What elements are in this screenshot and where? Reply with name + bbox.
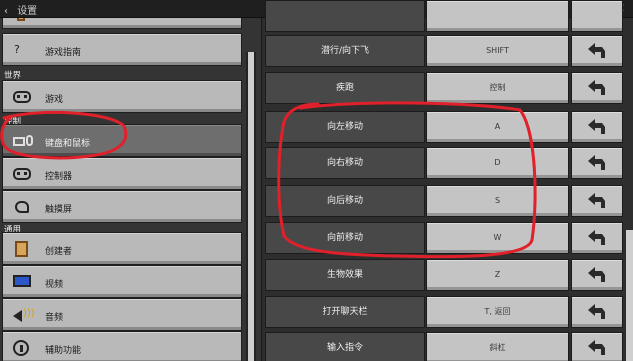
reset-binding-button[interactable] <box>571 35 623 67</box>
reset-binding-button[interactable] <box>571 147 623 179</box>
binding-key-partial[interactable] <box>426 0 569 32</box>
binding-key-button[interactable]: A <box>426 111 569 143</box>
binding-action: 向右移动 <box>265 147 425 179</box>
sidebar-item-video[interactable]: 视频 <box>2 265 242 298</box>
binding-row-partial <box>263 0 623 34</box>
keyboard-mouse-icon <box>13 133 33 149</box>
sidebar-item-label: 控制器 <box>45 172 73 182</box>
sidebar-item-label: 游戏指南 <box>45 48 82 58</box>
sidebar-item-controller[interactable]: 控制器 <box>2 157 242 190</box>
reset-binding-button[interactable] <box>571 72 623 104</box>
gamepad-icon <box>13 89 31 105</box>
sidebar-item-label: 触摸屏 <box>45 205 73 215</box>
sidebar-item-label: 视频 <box>45 280 64 290</box>
binding-list-scrollbar[interactable] <box>626 230 633 361</box>
undo-arrow-icon <box>588 155 605 170</box>
sidebar-item-touch[interactable]: 触摸屏 <box>2 190 242 223</box>
accessibility-icon <box>13 340 31 356</box>
sidebar-item-label: 创建者 <box>45 247 73 257</box>
keybinding-list: 潜行/向下飞 SHIFT 疾跑 控制 向左移动 A 向右移动 D 向后移动 S <box>263 0 633 361</box>
binding-key-button[interactable]: D <box>426 147 569 179</box>
undo-arrow-icon <box>588 80 605 95</box>
binding-action: 向左移动 <box>265 111 425 143</box>
binding-row: 生物效果 Z <box>263 257 623 293</box>
binding-action: 向前移动 <box>265 222 425 254</box>
sidebar-item-guide[interactable]: ? 游戏指南 <box>2 33 242 66</box>
undo-arrow-icon <box>588 43 605 58</box>
binding-action: 生物效果 <box>265 259 425 291</box>
settings-sidebar: ? 游戏指南 世界 游戏 控制 键盘和鼠标 控制器 触摸屏 通用 创建者 视频 … <box>0 18 262 361</box>
undo-arrow-icon <box>588 119 605 134</box>
binding-key-button[interactable]: SHIFT <box>426 35 569 67</box>
binding-key-button[interactable]: Z <box>426 259 569 291</box>
sidebar-item-accessibility[interactable]: 辅助功能 <box>2 331 242 361</box>
monitor-icon <box>13 274 31 290</box>
binding-row: 向左移动 A <box>263 109 623 145</box>
undo-arrow-icon <box>588 304 605 319</box>
binding-key-button[interactable]: W <box>426 222 569 254</box>
binding-action: 向后移动 <box>265 185 425 217</box>
binding-action: 潜行/向下飞 <box>265 35 425 67</box>
sidebar-item-label: 游戏 <box>45 95 64 105</box>
question-icon: ? <box>14 43 20 56</box>
binding-key-button[interactable]: 斜杠 <box>426 332 569 361</box>
undo-arrow-icon <box>588 340 605 355</box>
binding-action-partial <box>265 0 425 32</box>
binding-row: 输入指令 斜杠 <box>263 330 623 361</box>
binding-action: 输入指令 <box>265 332 425 361</box>
reset-binding-button[interactable] <box>571 222 623 254</box>
binding-key-button[interactable]: S <box>426 185 569 217</box>
reset-binding-button[interactable] <box>571 259 623 291</box>
binding-row: 潜行/向下飞 SHIFT <box>263 33 623 69</box>
sidebar-item-creator[interactable]: 创建者 <box>2 232 242 265</box>
sidebar-item-game[interactable]: 游戏 <box>2 80 242 113</box>
sidebar-scrollbar-thumb[interactable] <box>248 52 254 361</box>
sidebar-item-audio[interactable]: ))) 音频 <box>2 298 242 331</box>
sidebar-item-partial[interactable] <box>2 18 242 29</box>
sidebar-item-label: 辅助功能 <box>45 346 82 356</box>
sidebar-item-label: 键盘和鼠标 <box>45 139 91 149</box>
binding-action: 疾跑 <box>265 72 425 104</box>
reset-binding-button[interactable] <box>571 185 623 217</box>
binding-action: 打开聊天栏 <box>265 296 425 328</box>
binding-row: 疾跑 控制 <box>263 70 623 106</box>
binding-key-button[interactable]: T, 返回 <box>426 296 569 328</box>
undo-arrow-icon <box>588 193 605 208</box>
binding-key-button[interactable]: 控制 <box>426 72 569 104</box>
reset-binding-button-partial[interactable] <box>571 0 623 32</box>
sidebar-scrollbar[interactable] <box>246 52 256 361</box>
binding-row: 向前移动 W <box>263 220 623 256</box>
reset-binding-button[interactable] <box>571 332 623 361</box>
binding-row: 向右移动 D <box>263 145 623 181</box>
undo-arrow-icon <box>588 267 605 282</box>
touch-icon <box>13 199 31 215</box>
reset-binding-button[interactable] <box>571 111 623 143</box>
undo-arrow-icon <box>588 230 605 245</box>
speaker-icon: ))) <box>13 307 35 323</box>
binding-row: 向后移动 S <box>263 183 623 219</box>
sidebar-item-label: 音频 <box>45 313 64 323</box>
controller-icon <box>13 166 31 182</box>
book-icon <box>17 18 25 21</box>
binding-row: 打开聊天栏 T, 返回 <box>263 294 623 330</box>
sidebar-item-keyboard-mouse[interactable]: 键盘和鼠标 <box>2 124 242 157</box>
reset-binding-button[interactable] <box>571 296 623 328</box>
creator-icon <box>13 241 31 257</box>
